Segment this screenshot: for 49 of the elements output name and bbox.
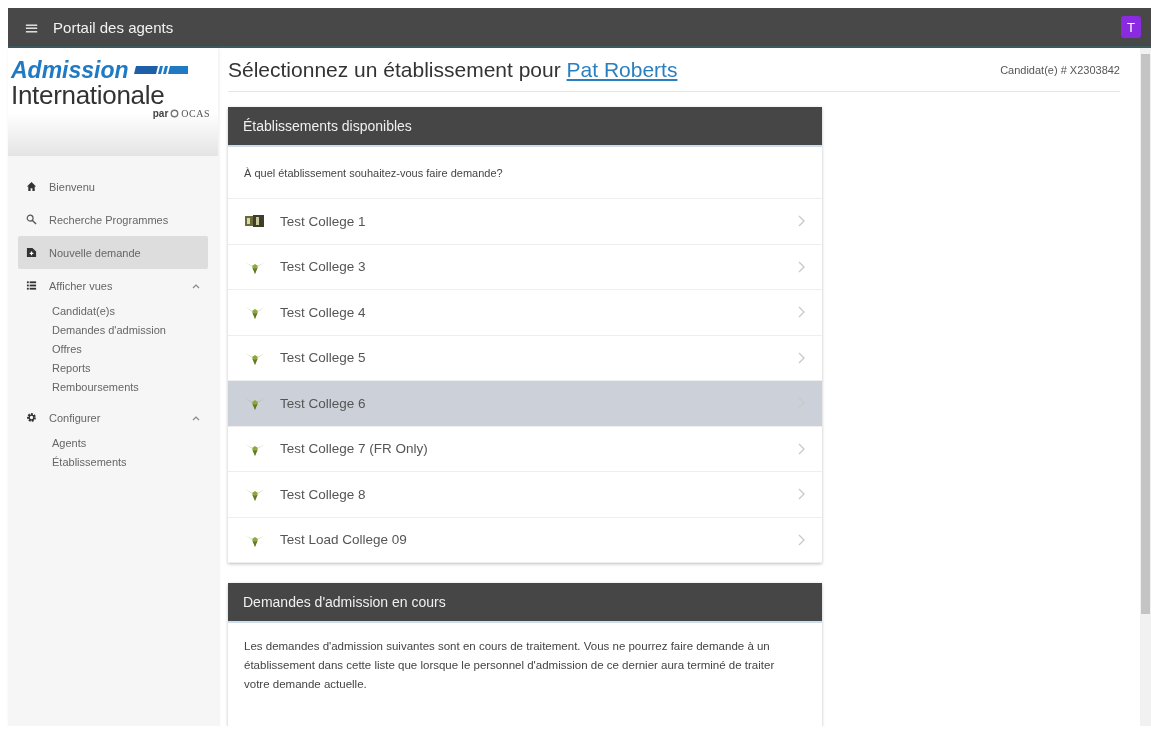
logo-text: Admission <box>11 58 129 82</box>
college-row[interactable]: Test College 8 <box>228 472 822 518</box>
question-text: À quel établissement souhaitez-vous faire demande? <box>228 147 822 199</box>
candidate-link[interactable]: Pat Roberts <box>566 57 678 81</box>
sidebar-item[interactable]: Afficher vues <box>18 269 208 302</box>
chevron-icon <box>798 215 806 228</box>
scrollbar-thumb[interactable] <box>1141 54 1150 614</box>
logo-text: Internationale <box>11 82 166 108</box>
app-title: Portail des agents <box>53 18 175 36</box>
sidebar-item[interactable]: Bienvenu <box>18 170 208 203</box>
sidebar-subitem[interactable]: Demandes d'admission <box>18 321 208 339</box>
card-header: Établissements disponibles <box>228 107 822 147</box>
menu-button[interactable]: ≡ <box>24 16 54 38</box>
sidebar-subitem[interactable]: Établissements <box>18 453 208 471</box>
college-row[interactable]: Test College 1 <box>228 199 822 245</box>
list-icon <box>26 280 37 291</box>
chevron-icon <box>798 488 806 501</box>
chevron-icon <box>798 260 806 273</box>
college-row[interactable]: Test College 7 (FR Only) <box>228 426 822 472</box>
home-icon <box>26 181 37 192</box>
sidebar-subitem[interactable]: Agents <box>18 434 208 452</box>
logo-byline: par <box>152 108 169 119</box>
chevron-icon <box>798 306 806 319</box>
college-row[interactable]: Test College 4 <box>228 290 822 336</box>
candidate-number: Candidat(e) # X2303842 <box>1000 63 1120 76</box>
sidebar-subitem[interactable]: Candidat(e)s <box>18 302 208 320</box>
page-title: Sélectionnez un établissement pour Pat Roberts <box>228 57 678 82</box>
sidebar-item[interactable]: Nouvelle demande <box>18 236 208 269</box>
info-text: Les demandes d'admission suivantes sont en cours de traitement. Vous ne pourrez faire demande à un établissement dans cette liste que lorsque le personnel d'admission de ce dernier aura terminé de traiter votre demande actuelle. <box>243 639 776 692</box>
document-icon <box>26 247 37 258</box>
stripes-icon <box>131 65 188 75</box>
sidebar-subitem[interactable]: Remboursements <box>18 378 208 396</box>
chevron-icon <box>798 351 806 364</box>
college-row[interactable]: Test College 6 <box>228 381 822 427</box>
chevron-icon <box>798 442 806 455</box>
scrollbar[interactable] <box>1140 48 1151 726</box>
chevron-icon <box>798 533 806 546</box>
sidebar-subitem[interactable]: Offres <box>18 340 208 358</box>
college-row[interactable]: Test College 3 <box>228 244 822 290</box>
card-header: Demandes d'admission en cours <box>228 583 822 623</box>
sidebar-subitem[interactable]: Reports <box>18 359 208 377</box>
search-icon <box>26 214 37 225</box>
college-row[interactable]: Test Load College 09 <box>228 517 822 563</box>
sidebar-item[interactable]: Configurer <box>18 401 208 434</box>
user-avatar[interactable]: T <box>1121 16 1141 38</box>
ring-icon <box>170 109 180 118</box>
sidebar-item[interactable]: Recherche Programmes <box>18 203 208 236</box>
settings-icon <box>26 412 37 423</box>
logo-brand: OCAS <box>181 108 210 119</box>
